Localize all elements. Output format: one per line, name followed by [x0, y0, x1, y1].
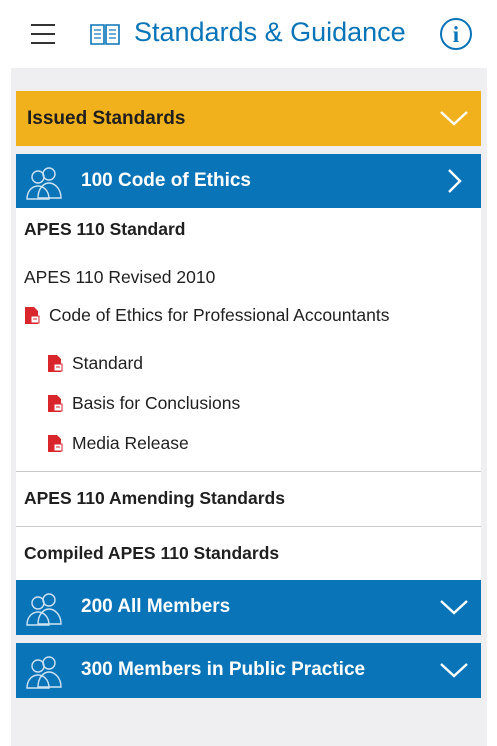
divider	[16, 526, 481, 527]
pdf-icon	[25, 307, 40, 324]
pdf-icon	[48, 355, 63, 372]
file-link-media-release[interactable]: Media Release	[72, 433, 189, 454]
file-link-standard[interactable]: Standard	[72, 353, 143, 374]
chevron-down-icon	[440, 111, 468, 126]
public-practice-label: 300 Members in Public Practice	[81, 659, 366, 680]
issued-standards-label: Issued Standards	[27, 108, 186, 129]
apes-110-standard-heading[interactable]: APES 110 Standard	[24, 219, 185, 240]
all-members-label: 200 All Members	[81, 596, 231, 617]
chevron-down-icon	[440, 663, 468, 678]
public-practice-header[interactable]: 300 Members in Public Practice	[16, 643, 481, 698]
hamburger-menu-icon[interactable]	[31, 24, 55, 44]
code-of-ethics-header[interactable]: 100 Code of Ethics	[16, 154, 481, 209]
code-of-ethics-document-link[interactable]: Code of Ethics for Professional Accounta…	[49, 305, 389, 326]
divider	[16, 471, 481, 472]
people-icon	[26, 593, 62, 626]
people-icon	[26, 167, 62, 200]
all-members-header[interactable]: 200 All Members	[16, 580, 481, 635]
top-bar: Standards & Guidance i	[0, 0, 497, 68]
pdf-icon	[48, 435, 63, 452]
file-link-basis-for-conclusions[interactable]: Basis for Conclusions	[72, 393, 240, 414]
chevron-right-icon	[448, 169, 462, 193]
chevron-down-icon	[440, 600, 468, 615]
apes-110-amending-standards-item[interactable]: APES 110 Amending Standards	[24, 488, 285, 509]
book-icon	[90, 24, 120, 45]
apes-110-revised-label: APES 110 Revised 2010	[24, 267, 216, 287]
people-icon	[26, 656, 62, 689]
page-title: Standards & Guidance	[134, 17, 406, 47]
code-of-ethics-label: 100 Code of Ethics	[81, 170, 251, 191]
info-icon[interactable]: i	[440, 18, 472, 50]
pdf-icon	[48, 395, 63, 412]
compiled-apes-110-standards-item[interactable]: Compiled APES 110 Standards	[24, 543, 279, 564]
issued-standards-header[interactable]: Issued Standards	[16, 91, 481, 146]
